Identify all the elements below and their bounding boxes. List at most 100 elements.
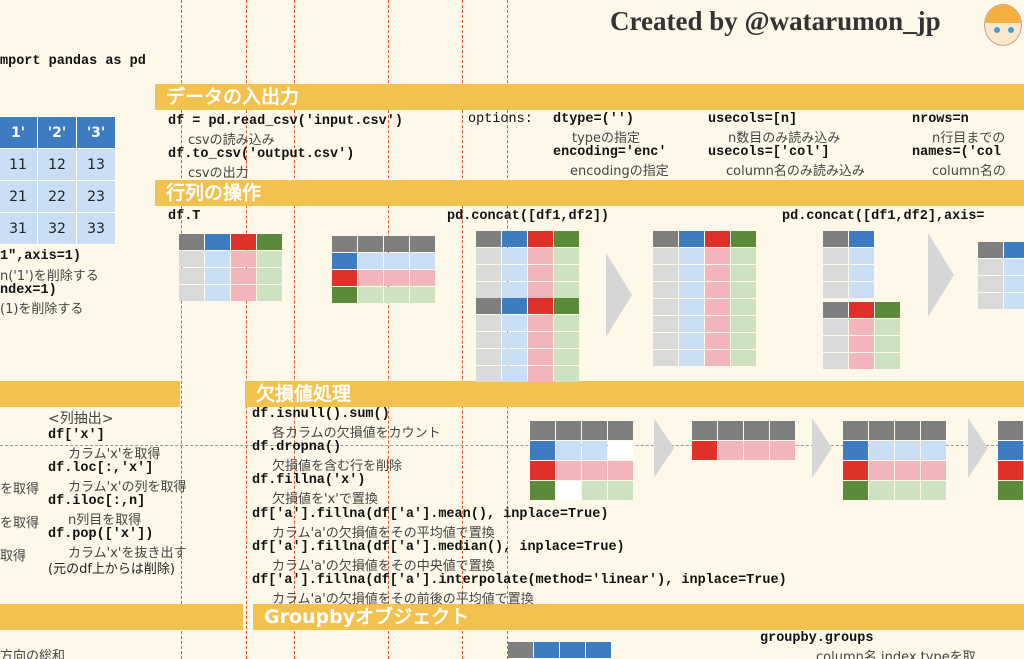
nrows-code: nrows=n	[912, 112, 969, 127]
fillna-mean-desc: カラム'a'の欠損値をその平均値で置換	[272, 526, 495, 541]
diagram-cell	[653, 248, 678, 264]
diagram-cell	[770, 421, 795, 440]
diagram-cell	[410, 236, 435, 252]
table-cell: 22	[37, 180, 77, 213]
diagram-cell	[608, 421, 633, 440]
diagram-cell	[679, 248, 704, 264]
left-get-3: 取得	[0, 549, 27, 564]
diagram-cell	[476, 248, 501, 264]
section-band-missing	[245, 381, 1024, 407]
select-iloc-code: df.iloc[:,n]	[48, 494, 146, 509]
diagram-cell	[998, 421, 1023, 440]
diagram-cell	[582, 481, 607, 500]
diagram-cell	[384, 270, 409, 286]
diagram-cell	[705, 231, 730, 247]
dtype-desc: typeの指定	[572, 131, 641, 146]
diagram-cell	[231, 234, 256, 250]
diagram-cell	[705, 350, 730, 366]
diagram-cell	[869, 461, 894, 480]
drop-index-desc: (1)を削除する	[0, 302, 84, 317]
diagram-cell	[502, 315, 527, 331]
diagram-cell	[823, 265, 848, 281]
diagram-cell	[476, 298, 501, 314]
diagram-cell	[556, 441, 581, 460]
select-col-code: df['x']	[48, 428, 105, 443]
usecols-n-desc: n数目のみ読み込み	[728, 131, 841, 146]
diagram-cell	[731, 282, 756, 298]
diagram-cell	[476, 265, 501, 281]
left-get-2: を取得	[0, 516, 40, 531]
diagram-cell	[869, 441, 894, 460]
diagram-cell	[502, 298, 527, 314]
section-title-groupby: Groupbyオブジェクト	[264, 606, 470, 628]
diagram-cell	[530, 421, 555, 440]
fillna-code: df.fillna('x')	[252, 473, 366, 488]
diagram-cell	[921, 461, 946, 480]
transform-arrow-icon	[654, 418, 674, 478]
concat-code: pd.concat([df1,df2])	[447, 209, 610, 224]
diagram-cell	[476, 315, 501, 331]
select-heading: <列抽出>	[48, 411, 114, 427]
diagram-cell	[731, 265, 756, 281]
diagram-cell	[554, 265, 579, 281]
table-header-cell: '2'	[37, 116, 77, 149]
diagram-cell	[849, 353, 874, 369]
diagram-cell	[653, 316, 678, 332]
diagram-cell	[1004, 276, 1024, 292]
diagram-cell	[823, 353, 848, 369]
diagram-cell	[653, 265, 678, 281]
diagram-cell	[895, 421, 920, 440]
diagram-cell	[705, 299, 730, 315]
diagram-cell	[554, 282, 579, 298]
diagram-cell	[410, 270, 435, 286]
diagram-cell	[476, 349, 501, 365]
transform-arrow-icon	[928, 233, 954, 317]
fillna-median-desc: カラム'a'の欠損値をその中央値で置換	[272, 559, 495, 574]
diagram-cell	[332, 270, 357, 286]
diagram-cell	[476, 332, 501, 348]
diagram-cell	[332, 236, 357, 252]
sample-dataframe-table: 1' '2' '3' 11 12 13 21 22 23 31 32 33	[0, 116, 116, 245]
diagram-cell	[718, 441, 743, 460]
transpose-code: df.T	[168, 209, 201, 224]
drop-column-desc: n('1')を削除する	[0, 269, 99, 284]
diagram-cell	[608, 461, 633, 480]
diagram-cell	[843, 421, 868, 440]
table-cell: 13	[76, 148, 116, 181]
diagram-cell	[978, 276, 1003, 292]
transform-arrow-icon	[968, 418, 988, 478]
diagram-cell	[502, 366, 527, 382]
table-cell: 12	[37, 148, 77, 181]
groupby-groups-desc: column名.index.typeを取	[816, 650, 976, 659]
diagram-cell	[653, 282, 678, 298]
diagram-cell	[978, 242, 1003, 258]
diagram-cell	[679, 231, 704, 247]
diagram-cell	[608, 481, 633, 500]
drop-column-code: 1",axis=1)	[0, 249, 82, 264]
diagram-cell	[998, 441, 1023, 460]
left-bottom-note: 方向の総和	[0, 649, 66, 659]
diagram-cell	[823, 282, 848, 298]
diagram-cell	[502, 265, 527, 281]
diagram-cell	[257, 234, 282, 250]
diagram-cell	[849, 231, 874, 247]
diagram-cell	[895, 481, 920, 500]
nrows-desc: n行目までの	[932, 131, 1006, 146]
diagram-cell	[731, 299, 756, 315]
diagram-cell	[582, 441, 607, 460]
diagram-cell	[205, 285, 230, 301]
section-title-missing: 欠損値処理	[256, 383, 352, 405]
transform-arrow-icon	[812, 418, 832, 478]
diagram-cell	[823, 319, 848, 335]
diagram-cell	[257, 285, 282, 301]
diagram-cell	[849, 248, 874, 264]
diagram-cell	[705, 248, 730, 264]
diagram-cell	[528, 265, 553, 281]
diagram-cell	[692, 441, 717, 460]
diagram-cell	[410, 287, 435, 303]
diagram-cell	[554, 332, 579, 348]
read-csv-code: df = pd.read_csv('input.csv')	[168, 114, 403, 129]
select-pop-code: df.pop(['x'])	[48, 527, 154, 542]
diagram-cell	[869, 481, 894, 500]
diagram-cell	[849, 336, 874, 352]
